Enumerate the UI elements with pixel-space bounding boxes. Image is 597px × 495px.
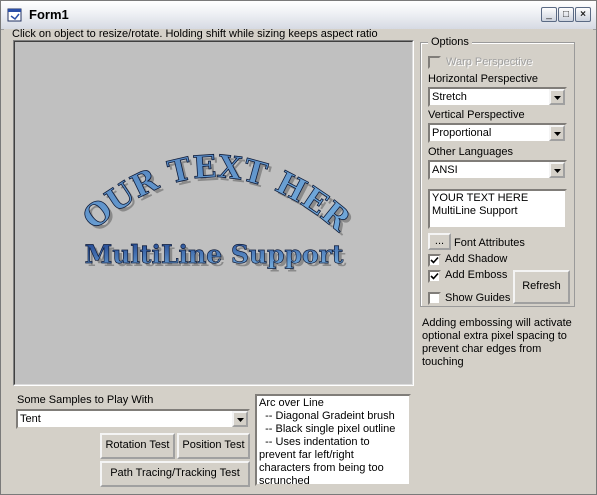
- horizontal-perspective-label: Horizontal Perspective: [428, 73, 539, 85]
- samples-selected-value: Tent: [20, 413, 41, 425]
- close-button[interactable]: ×: [575, 7, 591, 22]
- warp-perspective-label: Warp Perspective: [446, 56, 533, 68]
- add-shadow-label: Add Shadow: [445, 253, 508, 265]
- samples-select[interactable]: Tent: [16, 409, 250, 429]
- vertical-perspective-label: Vertical Perspective: [428, 109, 525, 121]
- add-emboss-label: Add Emboss: [445, 269, 508, 281]
- add-shadow-checkbox[interactable]: [428, 254, 441, 267]
- refresh-button[interactable]: Refresh: [513, 270, 570, 304]
- window-title: Form1: [29, 7, 69, 22]
- warped-text-graphic[interactable]: YOUR TEXT HERE YOUR TEXT HERE MultiLine …: [14, 41, 413, 385]
- position-test-button[interactable]: Position Test: [177, 433, 250, 459]
- other-languages-value: ANSI: [432, 164, 458, 176]
- options-group-title: Options: [428, 36, 472, 48]
- warp-perspective-checkbox[interactable]: [428, 56, 441, 69]
- main-window: Form1 _ □ × Click on object to resize/ro…: [0, 0, 597, 495]
- other-languages-label: Other Languages: [428, 146, 514, 158]
- vertical-perspective-value: Proportional: [432, 127, 492, 139]
- show-guides-label: Show Guides: [445, 292, 511, 304]
- dropdown-arrow-icon[interactable]: [549, 125, 565, 141]
- add-emboss-checkbox[interactable]: [428, 270, 441, 283]
- maximize-button[interactable]: □: [558, 7, 574, 22]
- other-languages-select[interactable]: ANSI: [428, 160, 567, 180]
- samples-label: Some Samples to Play With: [17, 394, 154, 406]
- dropdown-arrow-icon[interactable]: [549, 89, 565, 105]
- font-attributes-label: Font Attributes: [454, 237, 525, 249]
- dropdown-arrow-icon[interactable]: [232, 411, 248, 427]
- instructions-label: Click on object to resize/rotate. Holdin…: [12, 28, 378, 40]
- preview-canvas[interactable]: YOUR TEXT HERE YOUR TEXT HERE MultiLine …: [13, 40, 414, 386]
- horizontal-perspective-value: Stretch: [432, 91, 467, 103]
- text-line-1: YOUR TEXT HERE: [14, 41, 357, 239]
- app-window-icon: [7, 8, 22, 22]
- dropdown-arrow-icon[interactable]: [549, 162, 565, 178]
- title-bar[interactable]: Form1 _ □ ×: [1, 1, 596, 30]
- sample-description-box[interactable]: Arc over Line -- Diagonal Gradeint brush…: [255, 394, 411, 486]
- show-guides-checkbox[interactable]: [428, 292, 441, 305]
- form-client-area: Click on object to resize/rotate. Holdin…: [4, 28, 593, 491]
- text-input-area[interactable]: YOUR TEXT HERE MultiLine Support: [428, 189, 567, 229]
- horizontal-perspective-select[interactable]: Stretch: [428, 87, 567, 107]
- rotation-test-button[interactable]: Rotation Test: [100, 433, 175, 459]
- vertical-perspective-select[interactable]: Proportional: [428, 123, 567, 143]
- text-line-2: MultiLine Support: [85, 240, 344, 269]
- font-attributes-button[interactable]: ...: [428, 233, 451, 250]
- path-tracing-test-button[interactable]: Path Tracing/Tracking Test: [100, 461, 250, 487]
- emboss-note: Adding embossing will activate optional …: [422, 317, 572, 368]
- minimize-button[interactable]: _: [541, 7, 557, 22]
